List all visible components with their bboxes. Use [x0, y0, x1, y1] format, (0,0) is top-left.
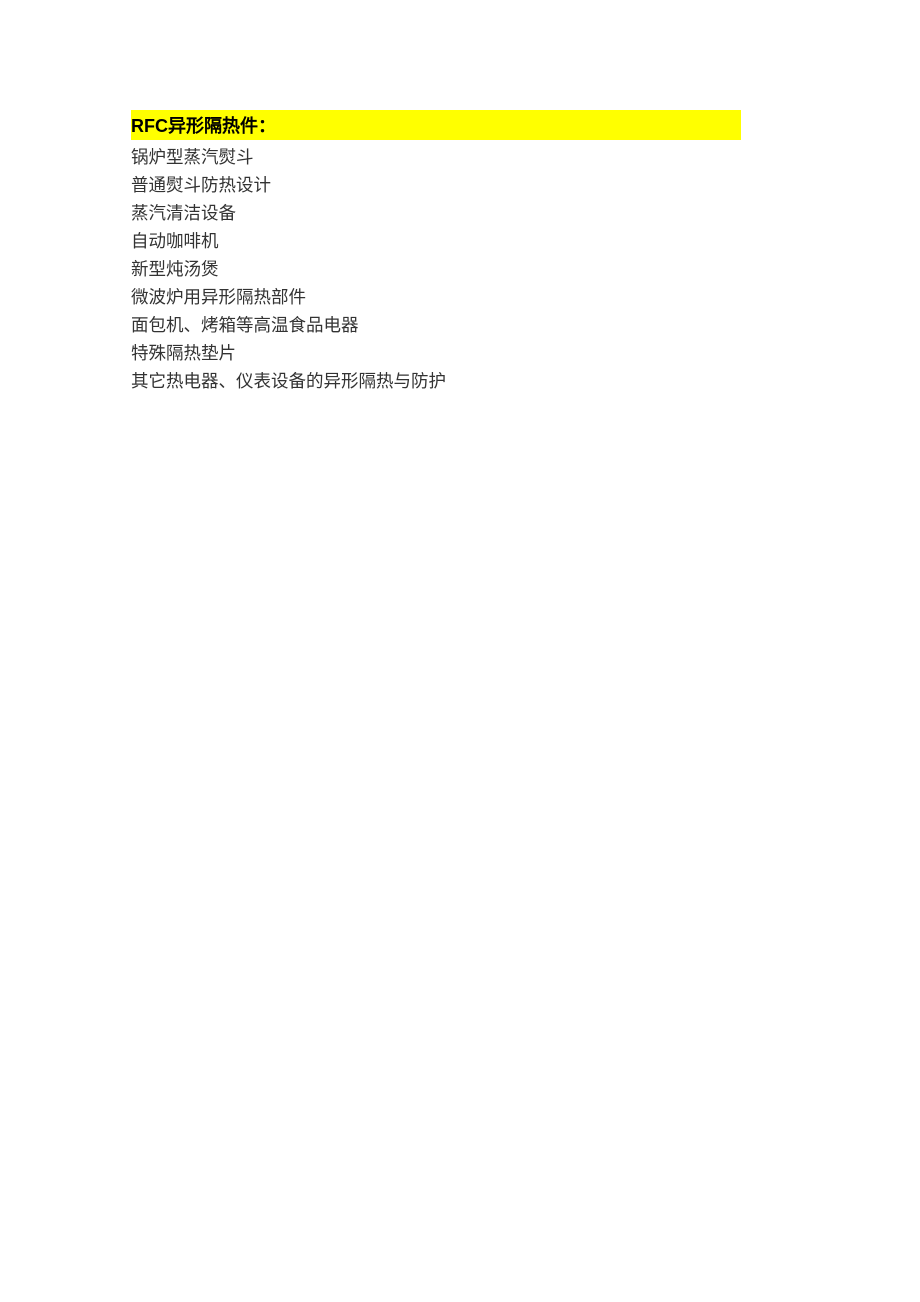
- list-item: 微波炉用异形隔热部件: [131, 283, 920, 311]
- list-item: 新型炖汤煲: [131, 255, 920, 283]
- list-item: 锅炉型蒸汽熨斗: [131, 143, 920, 171]
- section-heading: RFC异形隔热件：: [131, 110, 741, 140]
- list-item: 其它热电器、仪表设备的异形隔热与防护: [131, 367, 920, 395]
- list-item: 面包机、烤箱等高温食品电器: [131, 311, 920, 339]
- list-item: 自动咖啡机: [131, 227, 920, 255]
- list-item: 蒸汽清洁设备: [131, 199, 920, 227]
- list-item: 特殊隔热垫片: [131, 339, 920, 367]
- list-item: 普通熨斗防热设计: [131, 171, 920, 199]
- item-list: 锅炉型蒸汽熨斗 普通熨斗防热设计 蒸汽清洁设备 自动咖啡机 新型炖汤煲 微波炉用…: [131, 143, 920, 395]
